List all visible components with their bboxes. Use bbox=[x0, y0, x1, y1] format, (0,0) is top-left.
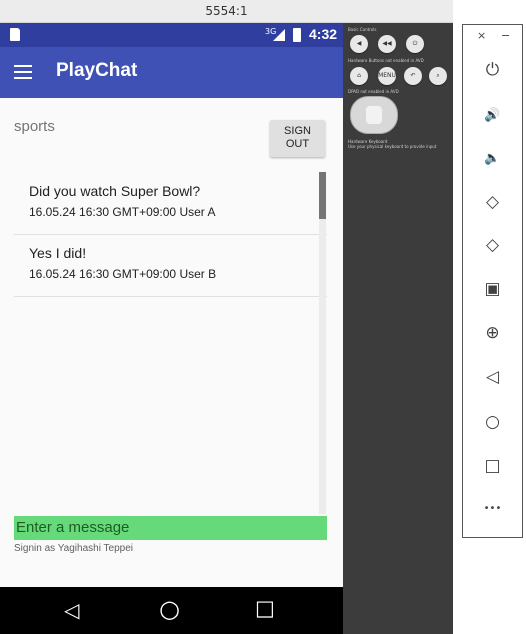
scrollbar-track[interactable] bbox=[319, 219, 326, 514]
volume-up-icon[interactable]: ◀◀ bbox=[378, 35, 396, 53]
status-bar: 3G 4:32 bbox=[0, 23, 343, 47]
camera-icon[interactable]: ▣ bbox=[463, 274, 522, 304]
search-icon[interactable]: ⌕ bbox=[429, 67, 447, 85]
dpad-label: DPAD not enabled in AVD bbox=[348, 89, 399, 94]
power-icon[interactable]: ⏻ bbox=[406, 35, 424, 53]
home-icon[interactable]: ○ bbox=[463, 407, 522, 437]
message-input[interactable]: Enter a message bbox=[14, 516, 327, 540]
back-icon[interactable]: ↶ bbox=[404, 67, 422, 85]
message-item[interactable]: Yes I did! 16.05.24 16:30 GMT+09:00 User… bbox=[14, 234, 327, 297]
zoom-icon[interactable]: ⊕ bbox=[463, 318, 522, 348]
message-meta: 16.05.24 16:30 GMT+09:00 User A bbox=[29, 205, 216, 219]
signal-icon bbox=[273, 29, 285, 41]
message-list[interactable]: Did you watch Super Bowl? 16.05.24 16:30… bbox=[14, 172, 327, 514]
message-text: Yes I did! bbox=[29, 245, 87, 261]
rotate-right-icon[interactable]: ◇ bbox=[463, 230, 522, 260]
basic-controls-label: Basic Controls bbox=[348, 27, 377, 32]
dpad-control[interactable] bbox=[350, 96, 398, 134]
chat-content: sports SIGN OUT Did you watch Super Bowl… bbox=[0, 98, 343, 587]
volume-down-icon[interactable]: 🔈 bbox=[463, 144, 522, 174]
close-icon[interactable]: × bbox=[477, 29, 486, 42]
battery-icon bbox=[293, 28, 301, 42]
avd-controls-panel: Basic Controls ◀ ◀◀ ⏻ Hardware Buttons n… bbox=[343, 23, 453, 634]
nav-recents-icon[interactable]: □ bbox=[255, 596, 275, 620]
rotate-left-icon[interactable]: ◇ bbox=[463, 187, 522, 217]
sign-out-button[interactable]: SIGN OUT bbox=[270, 120, 325, 157]
sign-out-label: SIGN OUT bbox=[284, 125, 311, 150]
window-title: 5554:1 bbox=[0, 0, 453, 23]
signin-status: Signin as Yagihashi Teppei bbox=[14, 543, 133, 554]
emulator-window: 5554:1 3G 4:32 PlayChat sports SIGN OUT … bbox=[0, 0, 453, 634]
dpad-center[interactable] bbox=[366, 106, 382, 124]
message-text: Did you watch Super Bowl? bbox=[29, 183, 201, 199]
home-icon[interactable]: ⌂ bbox=[350, 67, 368, 85]
app-title: PlayChat bbox=[56, 60, 138, 81]
message-item[interactable]: Did you watch Super Bowl? 16.05.24 16:30… bbox=[14, 172, 327, 235]
nav-home-icon[interactable]: ○ bbox=[159, 595, 180, 623]
android-nav-bar: ◁ ○ □ bbox=[0, 587, 343, 634]
message-meta: 16.05.24 16:30 GMT+09:00 User B bbox=[29, 267, 217, 281]
keyboard-hint: Use your physical keyboard to provide in… bbox=[348, 144, 437, 149]
volume-up-icon[interactable]: 🔊 bbox=[463, 101, 522, 131]
back-icon[interactable]: ◁ bbox=[463, 362, 522, 392]
sd-card-icon bbox=[10, 28, 20, 41]
more-icon[interactable]: ••• bbox=[463, 494, 522, 524]
nav-back-icon[interactable]: ◁ bbox=[64, 598, 79, 622]
app-bar: PlayChat bbox=[0, 47, 343, 98]
scrollbar-thumb[interactable] bbox=[319, 172, 326, 219]
overview-icon[interactable]: □ bbox=[463, 451, 522, 481]
menu-button[interactable]: MENU bbox=[378, 67, 396, 85]
power-icon[interactable]: ⏻ bbox=[463, 55, 522, 85]
minimize-icon[interactable]: − bbox=[501, 29, 510, 42]
volume-down-icon[interactable]: ◀ bbox=[350, 35, 368, 53]
hardware-buttons-label: Hardware Buttons not enabled in AVD bbox=[348, 58, 424, 63]
channel-name: sports bbox=[14, 118, 55, 135]
status-time: 4:32 bbox=[309, 26, 338, 42]
emulator-side-toolbar: × − ⏻ 🔊 🔈 ◇ ◇ ▣ ⊕ ◁ ○ □ ••• bbox=[462, 24, 523, 538]
menu-icon[interactable] bbox=[14, 65, 32, 79]
